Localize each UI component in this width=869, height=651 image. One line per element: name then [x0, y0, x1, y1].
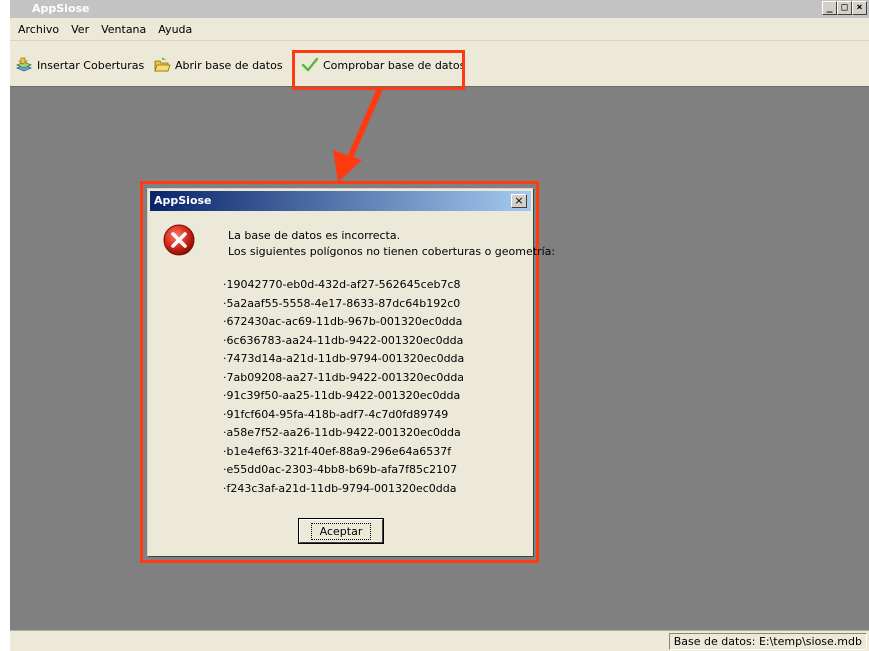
- list-item: 5a2aaf55-5558-4e17-8633-87dc64b192c0: [223, 297, 464, 316]
- status-database-path: Base de datos: E:\temp\siose.mdb: [668, 633, 867, 650]
- polygon-list: 19042770-eb0d-432d-af27-562645ceb7c8 5a2…: [223, 278, 465, 501]
- minimize-button[interactable]: _: [822, 1, 837, 15]
- list-item: 7ab09208-aa27-11db-9422-001320ec0dda: [223, 371, 465, 390]
- window-controls: _ □ ×: [822, 1, 867, 15]
- maximize-button[interactable]: □: [837, 1, 852, 15]
- open-database-button[interactable]: Abrir base de datos: [150, 54, 286, 76]
- open-database-label: Abrir base de datos: [175, 58, 283, 72]
- error-icon: [163, 224, 195, 256]
- dialog-message-line2: Los siguientes polígonos no tienen cober…: [228, 245, 556, 258]
- error-dialog: AppSiose × La base de datos es incorrect…: [147, 188, 555, 557]
- list-item: a58e7f52-aa26-11db-9422-001320ec0dda: [223, 426, 464, 445]
- list-item: 19042770-eb0d-432d-af27-562645ceb7c8: [223, 278, 464, 297]
- menu-bar: Archivo Ver Ventana Ayuda: [10, 18, 869, 40]
- accept-button[interactable]: Aceptar: [298, 518, 384, 544]
- window-title: AppSiose: [32, 2, 90, 15]
- status-bar: Base de datos: E:\temp\siose.mdb: [10, 630, 869, 651]
- accept-button-label: Aceptar: [310, 522, 372, 540]
- insert-coverages-button[interactable]: Insertar Coberturas: [12, 54, 147, 76]
- list-item: e55dd0ac-2303-4bb8-b69b-afa7f85c2107: [223, 463, 464, 482]
- menu-ventana[interactable]: Ventana: [95, 21, 152, 38]
- close-button[interactable]: ×: [852, 1, 867, 15]
- menu-ayuda[interactable]: Ayuda: [152, 21, 198, 38]
- dialog-title: AppSiose: [154, 194, 212, 207]
- menu-ver[interactable]: Ver: [65, 21, 95, 38]
- open-folder-icon: [154, 57, 171, 72]
- dialog-close-button[interactable]: ×: [511, 194, 527, 208]
- list-item: 91c39f50-aa25-11db-9422-001320ec0dda: [223, 389, 464, 408]
- list-item: b1e4ef63-321f-40ef-88a9-296e64a6537f: [223, 445, 464, 464]
- insert-coverages-label: Insertar Coberturas: [37, 58, 145, 72]
- insert-layers-icon: [15, 57, 33, 72]
- list-item: 7473d14a-a21d-11db-9794-001320ec0dda: [223, 352, 465, 371]
- list-item: f243c3af-a21d-11db-9794-001320ec0dda: [223, 482, 464, 501]
- dialog-message-line1: La base de datos es incorrecta.: [228, 229, 401, 242]
- list-item: 91fcf604-95fa-418b-adf7-4c7d0fd89749: [223, 408, 464, 427]
- list-item: 6c636783-aa24-11db-9422-001320ec0dda: [223, 334, 464, 353]
- dialog-title-bar[interactable]: AppSiose ×: [150, 191, 531, 211]
- toolbar-highlight-box: [292, 50, 465, 90]
- title-bar[interactable]: AppSiose _ □ ×: [10, 0, 869, 18]
- menu-archivo[interactable]: Archivo: [12, 21, 65, 38]
- list-item: 672430ac-ac69-11db-967b-001320ec0dda: [223, 315, 464, 334]
